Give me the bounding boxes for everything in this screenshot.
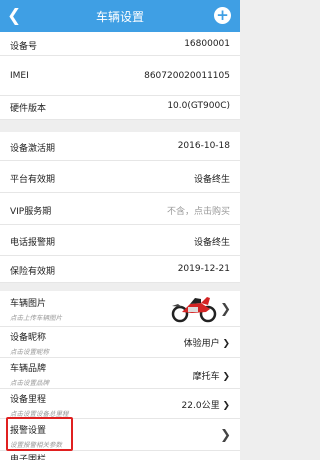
vehicle-brand-value: 摩托车 ❯: [192, 372, 230, 382]
device-id-label: 设备号: [10, 42, 38, 52]
section-divider: [0, 120, 240, 132]
imei-row: IMEI 860720020011105: [0, 56, 240, 96]
back-icon[interactable]: ❮: [7, 7, 23, 25]
page-title: 车辆设置: [95, 9, 144, 24]
insurance-validity-row: 保险有效期 2019-12-21: [0, 256, 240, 283]
app-header: ❮ 车辆设置 +: [0, 0, 240, 32]
hardware-version-label: 硬件版本: [10, 104, 47, 114]
device-mileage-value: 22.0公里 ❯: [181, 401, 230, 411]
section-divider: [0, 283, 240, 291]
vehicle-image-hint: 点击上传车辆图片: [10, 314, 62, 322]
device-nickname-label: 设备昵称: [10, 333, 47, 343]
phone-alarm-row: 电话报警期 设备终生: [0, 225, 240, 256]
phone-alarm-label: 电话报警期: [10, 238, 56, 248]
platform-validity-label: 平台有效期: [10, 175, 56, 185]
device-nickname-hint: 点击设置昵称: [10, 348, 49, 356]
device-nickname-value: 体验用户 ❯: [183, 339, 230, 349]
imei-value: 860720020011105: [144, 71, 230, 81]
imei-label: IMEI: [10, 71, 29, 81]
vip-service-row[interactable]: VIP服务期 不含，点击购买: [0, 193, 240, 225]
geofence-label: 电子围栏: [10, 455, 47, 460]
motorcycle-image[interactable]: [170, 293, 218, 323]
hardware-version-row: 硬件版本 10.0(GT900C): [0, 96, 240, 120]
vehicle-image-label: 车辆图片: [10, 299, 47, 309]
device-mileage-label: 设备里程: [10, 395, 47, 405]
device-mileage-row[interactable]: 设备里程 点击设置设备总里程 22.0公里 ❯: [0, 389, 240, 419]
chevron-right-icon: ❯: [220, 302, 231, 317]
vip-service-label: VIP服务期: [10, 207, 52, 217]
platform-validity-value: 设备终生: [193, 175, 230, 185]
activation-date-label: 设备激活期: [10, 144, 56, 154]
device-id-row: 设备号 16800001: [0, 32, 240, 56]
platform-validity-row: 平台有效期 设备终生: [0, 161, 240, 193]
hardware-version-value: 10.0(GT900C): [167, 101, 230, 111]
insurance-validity-value: 2019-12-21: [177, 264, 230, 274]
device-nickname-row[interactable]: 设备昵称 点击设置昵称 体验用户 ❯: [0, 327, 240, 358]
alarm-settings-highlight: [6, 417, 73, 451]
vehicle-brand-label: 车辆品牌: [10, 364, 47, 374]
vehicle-brand-row[interactable]: 车辆品牌 点击设置品牌 摩托车 ❯: [0, 358, 240, 389]
vip-purchase-link[interactable]: 不含，点击购买: [167, 204, 230, 217]
activation-date-row: 设备激活期 2016-10-18: [0, 132, 240, 161]
phone-alarm-value: 设备终生: [193, 238, 230, 248]
geofence-row[interactable]: 电子围栏: [0, 451, 240, 460]
vehicle-image-row[interactable]: 车辆图片 点击上传车辆图片 ❯: [0, 291, 240, 327]
add-icon[interactable]: +: [214, 7, 231, 24]
vehicle-brand-hint: 点击设置品牌: [10, 379, 49, 387]
chevron-right-icon: ❯: [220, 428, 231, 443]
insurance-validity-label: 保险有效期: [10, 267, 56, 277]
device-id-value: 16800001: [184, 39, 230, 49]
activation-date-value: 2016-10-18: [177, 141, 230, 151]
